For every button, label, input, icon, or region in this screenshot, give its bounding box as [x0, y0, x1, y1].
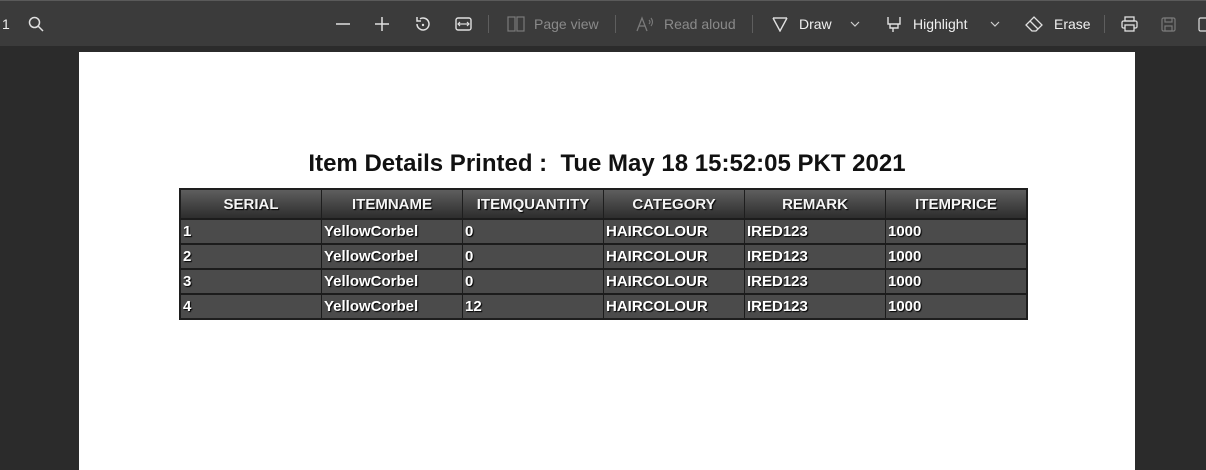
page-number[interactable]: 1 [2, 1, 10, 47]
read-aloud-label: Read aloud [664, 16, 736, 32]
column-header-category: CATEGORY [603, 188, 745, 220]
column-header-remark: REMARK [744, 188, 886, 220]
page-view-label: Page view [534, 16, 599, 32]
cell-category: HAIRCOLOUR [603, 218, 745, 245]
eraser-icon [1025, 16, 1043, 32]
draw-icon [772, 16, 788, 32]
cell-itemprice: 1000 [885, 218, 1028, 245]
cell-itemname: YellowCorbel [321, 243, 463, 270]
fit-width-icon[interactable] [455, 1, 472, 47]
highlight-label: Highlight [913, 16, 968, 32]
save-as-icon[interactable] [1198, 1, 1206, 47]
toolbar-divider [488, 15, 489, 33]
pdf-page: Item Details Printed : Tue May 18 15:52:… [79, 52, 1135, 470]
page-title: Item Details Printed : Tue May 18 15:52:… [308, 150, 906, 177]
cell-category: HAIRCOLOUR [603, 243, 745, 270]
column-header-serial: SERIAL [179, 188, 322, 220]
column-header-itemquantity: ITEMQUANTITY [462, 188, 604, 220]
cell-serial: 4 [179, 293, 322, 320]
column-header-itemname: ITEMNAME [321, 188, 463, 220]
cell-itemname: YellowCorbel [321, 293, 463, 320]
cell-serial: 2 [179, 243, 322, 270]
cell-remark: IRED123 [744, 218, 886, 245]
cell-itemquantity: 0 [462, 268, 604, 295]
draw-label: Draw [799, 16, 832, 32]
table-row: 4 YellowCorbel 12 HAIRCOLOUR IRED123 100… [179, 293, 1028, 320]
cell-itemquantity: 12 [462, 293, 604, 320]
zoom-in-icon[interactable] [374, 1, 390, 47]
cell-category: HAIRCOLOUR [603, 293, 745, 320]
save-icon[interactable] [1161, 1, 1176, 47]
zoom-out-icon[interactable] [335, 1, 351, 47]
cell-itemquantity: 0 [462, 243, 604, 270]
draw-button[interactable]: Draw [772, 1, 832, 47]
toolbar-divider [752, 15, 753, 33]
cell-remark: IRED123 [744, 268, 886, 295]
erase-label: Erase [1054, 16, 1091, 32]
rotate-icon[interactable] [414, 1, 432, 47]
cell-serial: 1 [179, 218, 322, 245]
table-row: 2 YellowCorbel 0 HAIRCOLOUR IRED123 1000 [179, 243, 1028, 270]
cell-remark: IRED123 [744, 293, 886, 320]
cell-itemprice: 1000 [885, 243, 1028, 270]
chevron-down-icon[interactable] [990, 1, 1000, 47]
read-aloud-button[interactable]: Read aloud [636, 1, 736, 47]
table-row: 1 YellowCorbel 0 HAIRCOLOUR IRED123 1000 [179, 218, 1028, 245]
page-view-icon [507, 16, 525, 32]
cell-itemprice: 1000 [885, 293, 1028, 320]
cell-serial: 3 [179, 268, 322, 295]
column-header-itemprice: ITEMPRICE [885, 188, 1028, 220]
cell-remark: IRED123 [744, 243, 886, 270]
cell-itemquantity: 0 [462, 218, 604, 245]
search-icon[interactable] [28, 1, 44, 47]
read-aloud-icon [636, 16, 654, 32]
pdf-toolbar: 1 Page view Read aloud Draw Highlight Er… [0, 0, 1206, 46]
toolbar-divider [1104, 15, 1105, 33]
table-row: 3 YellowCorbel 0 HAIRCOLOUR IRED123 1000 [179, 268, 1028, 295]
item-details-table: SERIAL ITEMNAME ITEMQUANTITY CATEGORY RE… [179, 188, 1028, 320]
chevron-down-icon[interactable] [850, 1, 860, 47]
highlight-icon [886, 16, 902, 33]
cell-category: HAIRCOLOUR [603, 268, 745, 295]
cell-itemname: YellowCorbel [321, 218, 463, 245]
toolbar-divider [615, 15, 616, 33]
print-icon[interactable] [1121, 1, 1138, 47]
page-number-value: 1 [2, 16, 10, 32]
erase-button[interactable]: Erase [1025, 1, 1091, 47]
cell-itemname: YellowCorbel [321, 268, 463, 295]
page-view-button[interactable]: Page view [507, 1, 599, 47]
table-header-row: SERIAL ITEMNAME ITEMQUANTITY CATEGORY RE… [179, 188, 1028, 220]
cell-itemprice: 1000 [885, 268, 1028, 295]
highlight-button[interactable]: Highlight [886, 1, 967, 47]
